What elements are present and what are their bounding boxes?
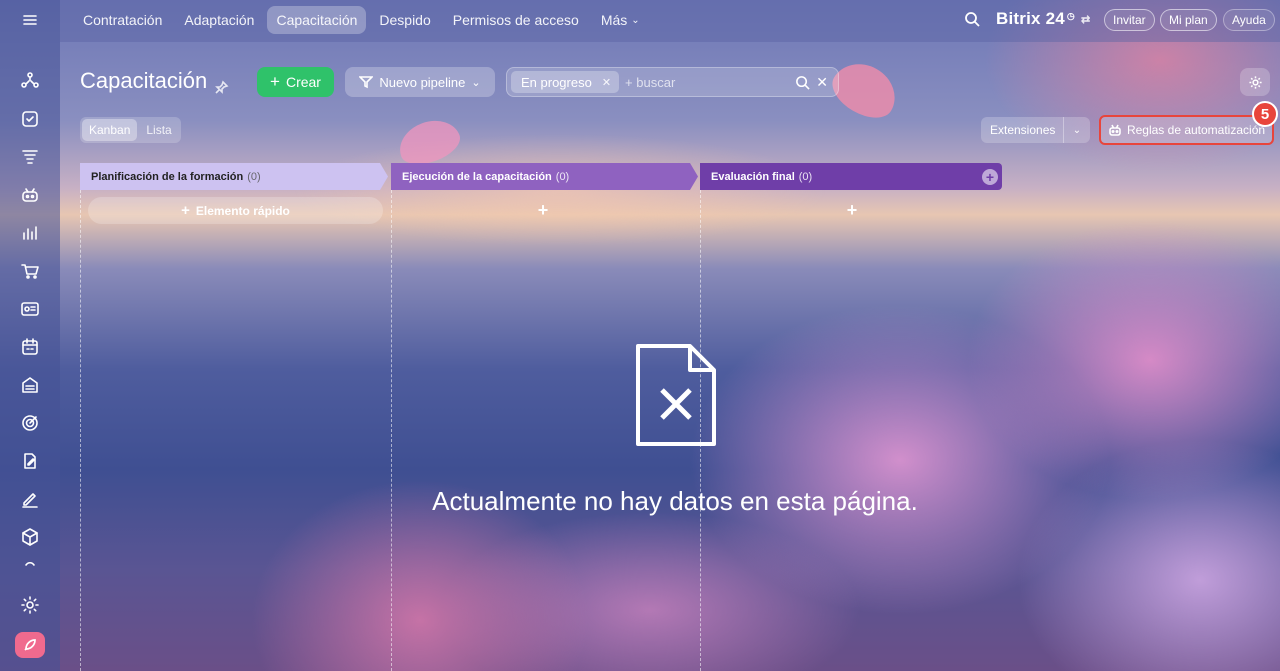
more-icon[interactable]	[16, 561, 44, 573]
column-divider	[80, 190, 81, 671]
page-title: Capacitación	[80, 68, 229, 94]
column-divider	[391, 190, 392, 671]
calendar-icon[interactable]	[16, 333, 44, 361]
my-plan-button[interactable]: Mi plan	[1160, 9, 1217, 31]
settings-button[interactable]	[1240, 68, 1270, 96]
create-button[interactable]: + Crear	[257, 67, 334, 97]
column-header-evaluacion[interactable]: Evaluación final (0)	[700, 163, 1002, 190]
rocket-button[interactable]	[15, 632, 45, 658]
quick-add-button[interactable]: + Elemento rápido	[88, 197, 383, 224]
document-edit-icon[interactable]	[16, 447, 44, 475]
view-kanban[interactable]: Kanban	[82, 119, 138, 141]
invite-button[interactable]: Invitar	[1104, 9, 1155, 31]
target-icon[interactable]	[16, 409, 44, 437]
nav-capacitacion[interactable]: Capacitación	[267, 6, 367, 34]
column-header-ejecucion[interactable]: Ejecución de la capacitación (0)	[391, 163, 698, 190]
add-column-button[interactable]: +	[982, 169, 998, 185]
tasks-icon[interactable]	[16, 105, 44, 133]
nav-permisos-de-acceso[interactable]: Permisos de acceso	[444, 6, 588, 34]
file-x-icon	[636, 344, 716, 446]
plus-icon: +	[270, 72, 280, 91]
chevron-down-icon: ⌄	[471, 76, 481, 89]
box-icon[interactable]	[16, 523, 44, 551]
analytics-icon[interactable]	[16, 219, 44, 247]
add-item-button[interactable]: +	[533, 200, 553, 220]
nav-despido[interactable]: Despido	[370, 6, 439, 34]
contact-card-icon[interactable]	[16, 295, 44, 323]
help-button[interactable]: Ayuda	[1223, 9, 1275, 31]
clear-icon[interactable]: ✕	[816, 74, 828, 91]
funnel-icon	[359, 76, 374, 89]
clock-icon: ◷	[1066, 10, 1075, 21]
cart-icon[interactable]	[16, 257, 44, 285]
filter-search-bar[interactable]: En progreso ✕ ✕	[506, 67, 839, 97]
pin-icon[interactable]	[215, 74, 229, 94]
settings-icon[interactable]	[16, 591, 44, 619]
store-icon[interactable]	[16, 371, 44, 399]
plus-icon: +	[181, 202, 190, 219]
robot-icon[interactable]	[16, 181, 44, 209]
view-list[interactable]: Lista	[139, 119, 178, 141]
search-icon[interactable]	[964, 11, 982, 29]
gear-icon	[1248, 75, 1262, 89]
search-icon[interactable]	[795, 75, 810, 95]
search-input[interactable]	[625, 74, 786, 90]
left-sidebar	[0, 0, 60, 671]
brand-logo[interactable]: Bitrix 24 ◷ ⇄	[996, 9, 1090, 29]
top-bar: Contratación Adaptación Capacitación Des…	[60, 0, 1280, 42]
rocket-icon	[24, 639, 36, 651]
pipeline-selector[interactable]: Nuevo pipeline ⌄	[345, 67, 495, 97]
switch-icon: ⇄	[1080, 13, 1091, 26]
annotation-badge: 5	[1252, 101, 1278, 127]
chevron-down-icon: ⌄	[631, 14, 640, 26]
add-item-button[interactable]: +	[842, 200, 862, 220]
remove-filter-icon[interactable]: ✕	[602, 76, 611, 89]
view-switch: Kanban Lista	[80, 117, 181, 143]
background-petal	[393, 112, 465, 172]
nav-more[interactable]: Más ⌄	[592, 6, 649, 34]
top-navigation: Contratación Adaptación Capacitación Des…	[74, 6, 653, 34]
crm-icon[interactable]	[16, 67, 44, 95]
menu-icon[interactable]	[16, 6, 44, 34]
empty-state-message: Actualmente no hay datos en esta página.	[432, 486, 918, 516]
nav-contratacion[interactable]: Contratación	[74, 6, 171, 34]
robot-icon	[1109, 124, 1121, 136]
extensions-button[interactable]: Extensiones ⌄	[981, 117, 1090, 143]
column-header-planificacion[interactable]: Planificación de la formación (0)	[80, 163, 388, 190]
funnel-icon[interactable]	[16, 143, 44, 171]
filter-tag[interactable]: En progreso ✕	[511, 71, 620, 93]
automation-rules-button[interactable]: Reglas de automatización	[1099, 115, 1274, 145]
nav-adaptacion[interactable]: Adaptación	[175, 6, 263, 34]
chevron-down-icon: ⌄	[1072, 124, 1082, 136]
